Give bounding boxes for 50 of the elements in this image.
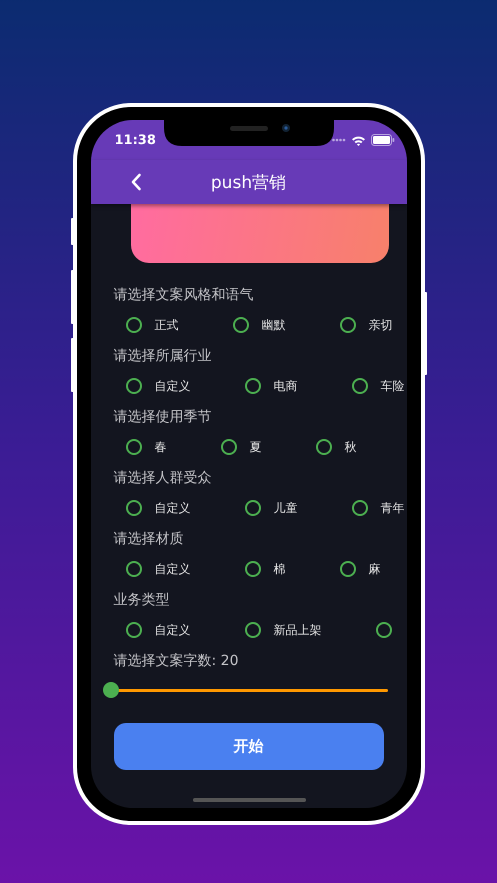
section-label: 请选择所属行业	[114, 347, 212, 366]
section-label: 请选择文案字数: 20	[114, 652, 240, 671]
radio-button[interactable]	[316, 439, 332, 455]
option-label: 自定义	[154, 560, 190, 578]
radio-button[interactable]	[244, 561, 260, 577]
page-title: push营销	[210, 172, 286, 194]
radio-button[interactable]	[244, 622, 260, 638]
section-label: 请选择文案风格和语气	[114, 286, 254, 305]
radio-button[interactable]	[126, 317, 142, 333]
radio-button[interactable]	[376, 622, 392, 638]
radio-button[interactable]	[244, 500, 260, 516]
start-button[interactable]: 开始	[114, 723, 384, 770]
radio-button[interactable]	[220, 439, 236, 455]
radio-button[interactable]	[352, 378, 368, 394]
option-label: 电商	[274, 378, 298, 394]
radio-button[interactable]	[126, 378, 142, 394]
option-label: 自定义	[154, 622, 190, 638]
signal-icon	[332, 138, 346, 142]
option-label: 秋	[344, 438, 356, 456]
radio-button[interactable]	[126, 561, 142, 577]
option-label: 儿童	[274, 500, 298, 516]
wifi-icon	[350, 134, 366, 146]
radio-button[interactable]	[126, 439, 142, 455]
status-time: 11:38	[114, 132, 156, 148]
option-label: 春	[154, 438, 166, 456]
section-label: 请选择使用季节	[114, 408, 212, 427]
radio-button[interactable]	[352, 500, 368, 516]
option-label: 自定义	[154, 500, 190, 516]
option-label: 新品上架	[274, 622, 322, 638]
option-label: 夏	[250, 438, 262, 456]
option-label: 正式	[154, 316, 178, 334]
radio-button[interactable]	[340, 561, 356, 577]
option-label: 自定义	[154, 378, 190, 394]
radio-button[interactable]	[340, 317, 356, 333]
slider-thumb[interactable]	[102, 682, 118, 698]
radio-button[interactable]	[126, 500, 142, 516]
battery-icon	[370, 134, 394, 146]
back-icon[interactable]	[130, 173, 142, 191]
section-label: 请选择材质	[114, 530, 184, 549]
option-label: 棉	[274, 560, 286, 578]
section-label: 请选择人群受众	[114, 469, 212, 488]
option-label: 幽默	[262, 316, 286, 334]
option-label: 亲切	[368, 316, 392, 334]
radio-button[interactable]	[126, 622, 142, 638]
option-label: 车险	[380, 378, 404, 394]
option-label: 麻	[368, 560, 380, 578]
radio-button[interactable]	[244, 378, 260, 394]
option-label: 青年	[380, 500, 404, 516]
section-label: 业务类型	[114, 591, 170, 610]
radio-button[interactable]	[232, 317, 248, 333]
